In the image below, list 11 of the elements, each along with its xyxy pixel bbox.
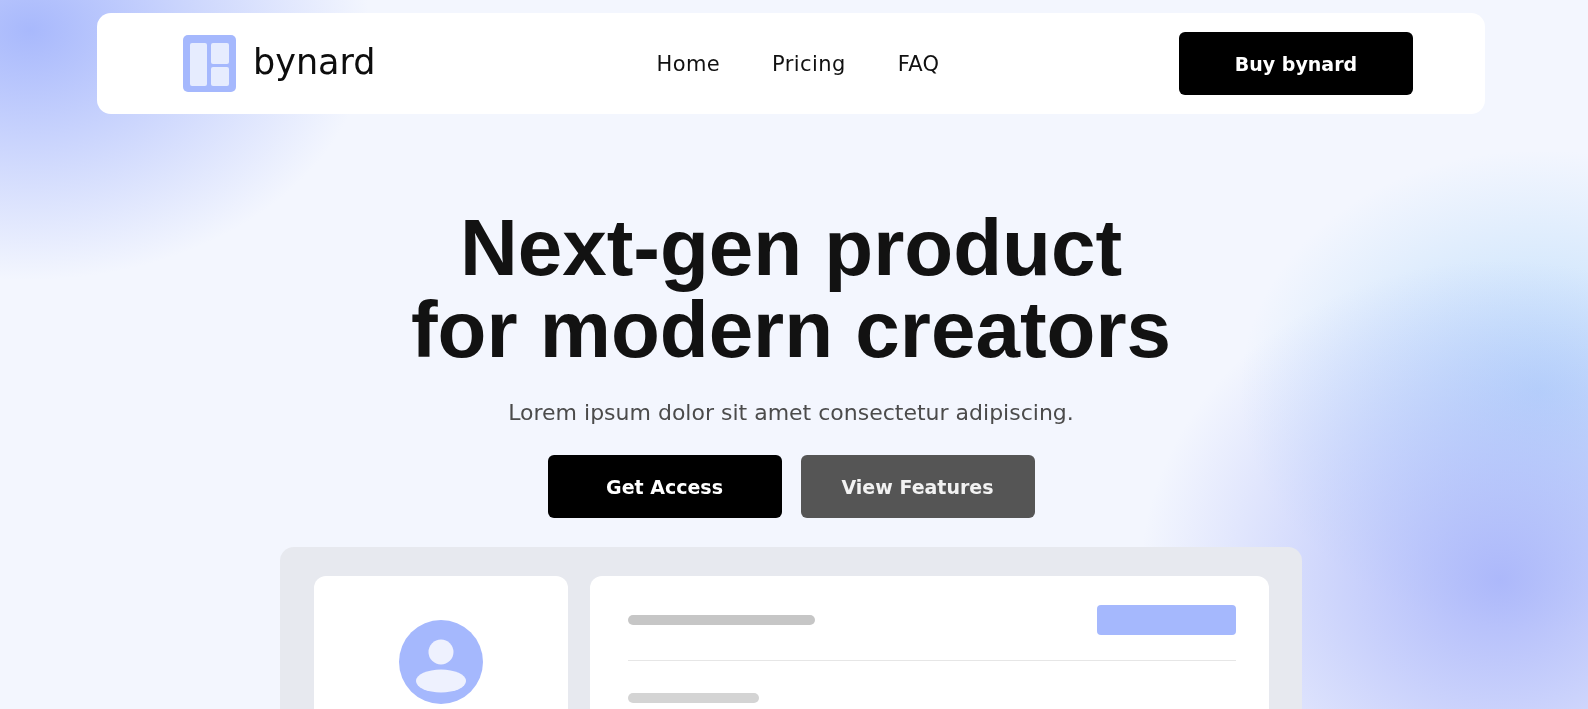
brand-name: bynard [253, 41, 376, 84]
secondary-button[interactable]: View Features [800, 455, 1035, 518]
nav-link[interactable]: Pricing [772, 50, 846, 77]
logo-icon [183, 35, 236, 92]
user-avatar-icon [399, 620, 483, 704]
nav-link[interactable]: FAQ [897, 50, 940, 77]
buy-button[interactable]: Buy bynard [1179, 32, 1413, 95]
hero-subtitle: Lorem ipsum dolor sit amet consectetur adipiscing. [508, 399, 1074, 427]
nav-link[interactable]: Home [656, 50, 721, 77]
primary-button[interactable]: Get Access [547, 455, 782, 518]
hero-headline: Next-gen product for modern creators [409, 207, 1173, 371]
